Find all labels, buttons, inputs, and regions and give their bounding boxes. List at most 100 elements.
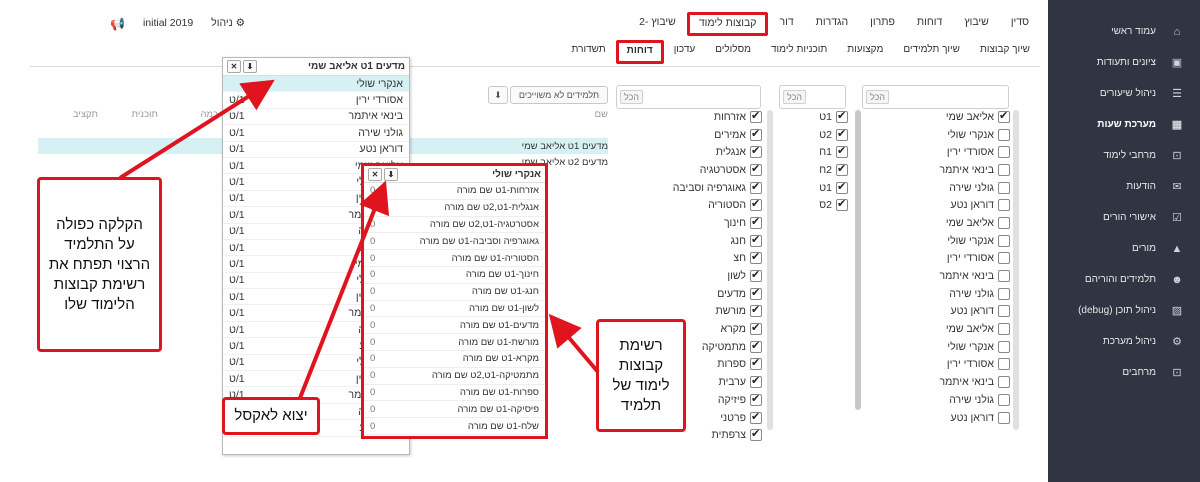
- list-item[interactable]: גולני שירה: [940, 285, 1010, 303]
- group-row[interactable]: חנג-1ט שם מורה 0: [364, 284, 545, 301]
- student-row[interactable]: אנקרי שולי: [223, 76, 409, 93]
- checkbox[interactable]: [998, 340, 1010, 353]
- download-icon[interactable]: ⬇: [243, 60, 257, 73]
- list-item[interactable]: 2ט: [808, 126, 848, 144]
- list-item[interactable]: 2ס: [808, 196, 848, 214]
- checkbox[interactable]: [750, 392, 762, 406]
- list-item[interactable]: לשון: [680, 267, 762, 285]
- checkbox[interactable]: [998, 376, 1010, 389]
- checkbox[interactable]: [836, 127, 848, 141]
- checkbox[interactable]: [750, 268, 762, 283]
- group-row[interactable]: חינוך-1ט שם מורה 0: [364, 267, 545, 284]
- sidebar-item[interactable]: ⊡ מרחבים: [1048, 357, 1200, 388]
- checkbox[interactable]: [750, 215, 762, 229]
- sidebar-item[interactable]: ▣ ציונים ותעודות: [1048, 47, 1200, 78]
- group-row[interactable]: מקרא-1ט שם מורה 0: [364, 351, 545, 368]
- group-row[interactable]: אזרחות-1ט שם מורה 0: [364, 183, 545, 200]
- list-item[interactable]: אסורדי ירין: [940, 356, 1010, 374]
- checkbox[interactable]: [750, 197, 762, 212]
- list-item[interactable]: דוראן נטע: [940, 196, 1010, 214]
- list-item[interactable]: דוראן נטע: [940, 303, 1010, 321]
- checkbox[interactable]: [750, 286, 762, 300]
- student-row[interactable]: גולני שירה 1/ט: [223, 125, 409, 142]
- list-item[interactable]: 1ט: [808, 108, 848, 126]
- tab-sub[interactable]: מסלולים: [705, 40, 761, 64]
- checkbox[interactable]: [750, 180, 762, 194]
- checkbox[interactable]: [998, 411, 1010, 424]
- unassigned-students-button[interactable]: תלמידים לא משוייכים: [510, 86, 608, 104]
- list-item[interactable]: 1ט: [808, 179, 848, 197]
- sidebar-item[interactable]: ⊡ מרחבי לימוד: [1048, 140, 1200, 171]
- sidebar-item[interactable]: ☰ ניהול שיעורים: [1048, 78, 1200, 109]
- checkbox[interactable]: [750, 410, 762, 424]
- list-item[interactable]: ערבית: [680, 373, 762, 391]
- list-item[interactable]: בינאי איתמר: [939, 267, 1010, 285]
- group-row[interactable]: מורשת-1ט שם מורה 0: [364, 334, 545, 351]
- checkbox[interactable]: [750, 339, 762, 353]
- classes-scrollbar[interactable]: [855, 110, 861, 410]
- megaphone-icon[interactable]: 📢: [110, 17, 125, 31]
- checkbox[interactable]: [750, 303, 762, 318]
- group-row[interactable]: שלח-1ט שם מורה 0: [364, 418, 545, 435]
- list-item[interactable]: מורשת: [680, 303, 762, 321]
- tab-sub[interactable]: שיוך קבוצות: [970, 40, 1040, 64]
- group-row[interactable]: פיסיקה-1ט שם מורה 0: [364, 401, 545, 419]
- checkbox[interactable]: [998, 305, 1010, 318]
- download-icon[interactable]: ⬇: [488, 86, 508, 104]
- checkbox[interactable]: [998, 358, 1010, 371]
- checkbox[interactable]: [998, 128, 1010, 141]
- group-row[interactable]: גאוגרפיה וסביבה-1ט שם מורה 0: [364, 233, 545, 251]
- checkbox[interactable]: [998, 234, 1010, 247]
- student-row[interactable]: דוראן נטע 1/ט: [223, 142, 409, 158]
- group-row[interactable]: ספרות-1ט שם מורה 0: [364, 385, 545, 402]
- checkbox[interactable]: [836, 144, 848, 159]
- list-item[interactable]: צרפתית: [680, 426, 762, 444]
- tab-top[interactable]: שיבוץ -2: [628, 12, 687, 36]
- list-item[interactable]: גאוגרפיה וסביבה: [673, 179, 762, 197]
- checkbox[interactable]: [998, 216, 1010, 229]
- tab-sub[interactable]: תשדורת: [562, 40, 616, 64]
- subjects-search[interactable]: הכל: [616, 85, 761, 109]
- sidebar-item[interactable]: ▦ מערכת שעות: [1048, 109, 1200, 140]
- checkbox[interactable]: [750, 356, 762, 371]
- student-row[interactable]: אסורדי ירין 1/ט: [223, 92, 409, 109]
- list-item[interactable]: 1ח: [808, 143, 848, 161]
- year-label[interactable]: initial 2019: [143, 17, 193, 31]
- checkbox[interactable]: [750, 250, 762, 265]
- list-item[interactable]: ספרות: [680, 356, 762, 374]
- checkbox[interactable]: [998, 270, 1010, 283]
- list-item[interactable]: אליאב שמי: [940, 214, 1010, 232]
- checkbox[interactable]: [998, 323, 1010, 336]
- list-item[interactable]: חצ: [680, 250, 762, 268]
- tab-sub[interactable]: דוחות: [615, 40, 664, 64]
- list-item[interactable]: חינוך: [680, 214, 762, 232]
- tab-sub[interactable]: שיוך תלמידים: [893, 40, 970, 64]
- list-item[interactable]: אליאב שמי: [940, 108, 1010, 126]
- tab-sub[interactable]: עדכון: [664, 40, 706, 64]
- list-item[interactable]: חנג: [680, 232, 762, 250]
- group-row[interactable]: מתמטיקה-1ט,2ט שם מורה 0: [364, 368, 545, 385]
- sidebar-item[interactable]: ▲ מורים: [1048, 233, 1200, 264]
- list-item[interactable]: גולני שירה: [940, 179, 1010, 197]
- list-item[interactable]: גולני שירה: [940, 391, 1010, 409]
- manage-link[interactable]: ניהול ⚙: [211, 17, 245, 31]
- checkbox[interactable]: [998, 109, 1010, 123]
- checkbox[interactable]: [750, 321, 762, 336]
- download-icon[interactable]: ⬇: [384, 167, 398, 181]
- tab-top[interactable]: קבוצות לימוד: [686, 12, 769, 36]
- student-row[interactable]: בינאי איתמר 1/ט: [223, 109, 409, 126]
- list-item[interactable]: מקרא: [680, 320, 762, 338]
- list-item[interactable]: הסטוריה: [680, 196, 762, 214]
- list-item[interactable]: אזרחות: [680, 108, 762, 126]
- tab-sub[interactable]: מקצועות: [837, 40, 893, 64]
- list-item[interactable]: דוראן נטע: [940, 409, 1010, 427]
- sidebar-item[interactable]: ▨ ניהול תוכן (debug): [1048, 295, 1200, 326]
- checkbox[interactable]: [750, 427, 762, 442]
- list-item[interactable]: 2ח: [808, 161, 848, 179]
- sidebar-item[interactable]: ⚙ ניהול מערכת: [1048, 326, 1200, 357]
- tab-top[interactable]: דוחות: [906, 12, 953, 36]
- checkbox[interactable]: [998, 199, 1010, 212]
- sidebar-item[interactable]: ⌂ עמוד ראשי: [1048, 16, 1200, 47]
- group-row[interactable]: מדעים-1ט שם מורה 0: [364, 317, 545, 335]
- list-item[interactable]: אנקרי שולי: [940, 232, 1010, 250]
